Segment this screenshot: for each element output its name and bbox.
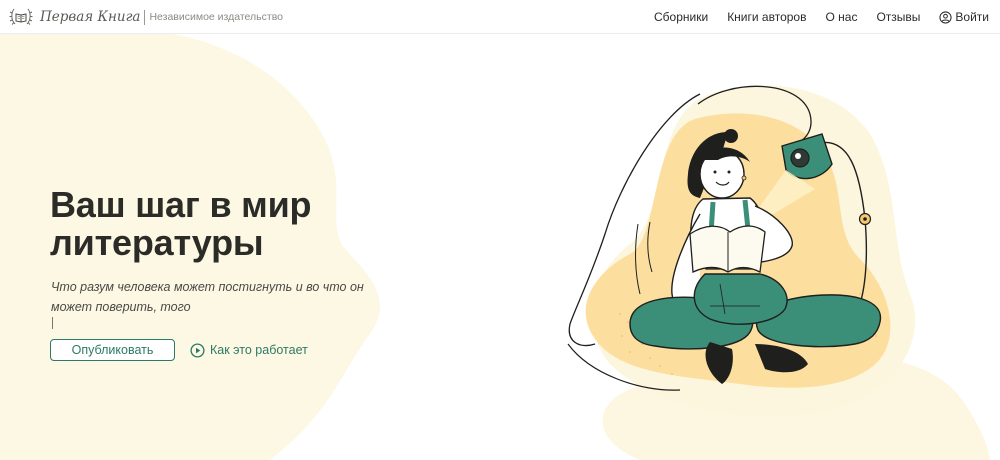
brand-name: Первая Книга bbox=[40, 9, 141, 25]
hero-title: Ваш шаг в мир литературы bbox=[50, 186, 370, 262]
hero-subtitle-line-1: Что разум человека может постигнуть и во… bbox=[51, 280, 364, 294]
publish-button[interactable]: Опубликовать bbox=[50, 339, 175, 361]
top-header: Первая Книга Независимое издательство Сб… bbox=[0, 0, 1000, 34]
hero-title-line-2: литературы bbox=[50, 222, 264, 263]
hero-illustration bbox=[567, 85, 916, 417]
how-it-works-label: Как это работает bbox=[210, 343, 308, 357]
typing-caret bbox=[52, 317, 53, 329]
brand-tagline: Независимое издательство bbox=[149, 11, 283, 23]
nav-item-author-books[interactable]: Книги авторов bbox=[727, 10, 806, 24]
user-circle-icon bbox=[939, 10, 952, 24]
hero-subtitle: Что разум человека может постигнуть и во… bbox=[51, 277, 371, 329]
main-nav: Сборники Книги авторов О нас Отзывы Войт… bbox=[654, 0, 1000, 34]
nav-item-collections[interactable]: Сборники bbox=[654, 10, 708, 24]
login-label: Войти bbox=[955, 10, 989, 24]
hero-subtitle-line-2-text: может поверить, того bbox=[51, 300, 191, 314]
brand-divider bbox=[144, 9, 146, 25]
how-it-works-link[interactable]: Как это работает bbox=[190, 341, 308, 359]
laurel-book-icon bbox=[9, 8, 33, 25]
brand-logo[interactable]: Первая Книга Независимое издательство bbox=[8, 5, 283, 29]
nav-item-about[interactable]: О нас bbox=[825, 10, 857, 24]
hero-subtitle-line-2: может поверить, того bbox=[51, 297, 371, 329]
login-button[interactable]: Войти bbox=[939, 10, 989, 24]
play-circle-icon bbox=[190, 342, 205, 358]
hero-title-line-1: Ваш шаг в мир bbox=[50, 184, 312, 225]
nav-item-reviews[interactable]: Отзывы bbox=[876, 10, 920, 24]
